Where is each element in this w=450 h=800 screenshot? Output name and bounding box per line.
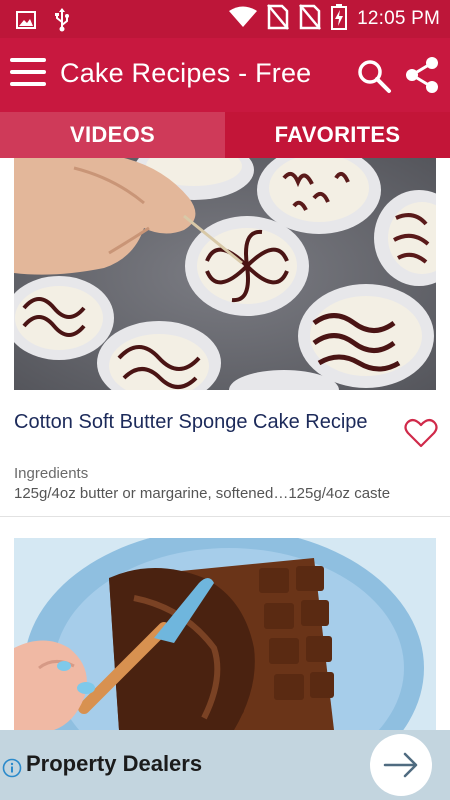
status-left-icons	[16, 8, 70, 37]
recipe-thumbnail[interactable]	[14, 158, 436, 390]
divider	[0, 516, 450, 517]
search-icon[interactable]	[356, 58, 392, 94]
wifi-icon	[229, 6, 258, 33]
image-icon	[16, 10, 36, 35]
usb-icon	[54, 8, 70, 37]
arrow-right-icon[interactable]	[370, 734, 432, 796]
status-time: 12:05 PM	[357, 8, 440, 29]
recipe-thumbnail[interactable]	[14, 538, 436, 730]
app-bar: Cake Recipes - Free	[0, 38, 450, 112]
tab-videos[interactable]: VIDEOS	[0, 112, 225, 158]
tab-bar: VIDEOS FAVORITES	[0, 112, 450, 158]
info-icon[interactable]	[2, 758, 22, 778]
app-title: Cake Recipes - Free	[60, 58, 312, 88]
status-bar: 12:05 PM	[0, 0, 450, 38]
recipe-list[interactable]: Cotton Soft Butter Sponge Cake Recipe In…	[0, 158, 450, 730]
no-sim-icon	[267, 3, 290, 35]
tab-favorites[interactable]: FAVORITES	[225, 112, 450, 158]
battery-charging-icon	[331, 3, 348, 35]
status-right-icons: 12:05 PM	[229, 3, 440, 35]
recipe-description: 125g/4oz butter or margarine, softened…1…	[14, 485, 391, 502]
ad-text[interactable]: Property Dealers	[26, 751, 202, 777]
recipe-subtitle: Ingredients	[14, 465, 89, 482]
share-icon[interactable]	[404, 56, 440, 94]
recipe-title[interactable]: Cotton Soft Butter Sponge Cake Recipe	[14, 410, 374, 434]
ad-banner[interactable]: Property Dealers	[0, 730, 450, 800]
heart-outline-icon[interactable]	[404, 418, 438, 450]
menu-icon[interactable]	[10, 58, 46, 92]
no-sim-icon	[299, 3, 322, 35]
